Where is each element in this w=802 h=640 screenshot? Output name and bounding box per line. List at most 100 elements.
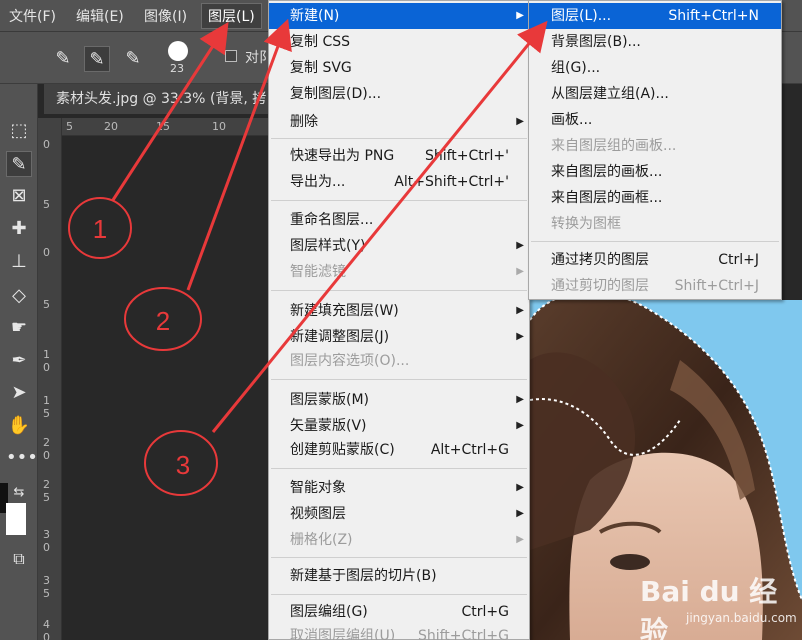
menu-item-label: 图层蒙版(M) (290, 392, 370, 408)
menu-item-quick-export-png[interactable]: 快速导出为 PNG Shift+Ctrl+' (269, 143, 529, 169)
menu-edit[interactable]: 编辑(E) (76, 6, 124, 26)
menu-item-label: 画板... (551, 112, 593, 128)
menu-item-new-fill-layer[interactable]: 新建填充图层(W) ▶ (269, 298, 529, 324)
submenu-item-new-layer[interactable]: 图层(L)... Shift+Ctrl+N (529, 3, 781, 29)
menu-item-create-clipping-mask[interactable]: 创建剪贴蒙版(C) Alt+Ctrl+G (269, 437, 529, 463)
submenu-item-convert-to-frame: 转换为图框 (529, 211, 781, 237)
ruler-v-label: 5 (43, 298, 50, 311)
menu-item-delete[interactable]: 删除 ▶ (269, 109, 529, 135)
ruler-v-label: 5 (43, 198, 50, 211)
menu-image[interactable]: 图像(I) (144, 6, 187, 26)
menu-item-shortcut: Shift+Ctrl+G (417, 628, 509, 640)
submenu-arrow-icon: ▶ (516, 331, 524, 342)
marquee-tool-icon[interactable]: ⬚ (6, 118, 32, 144)
menu-item-label: 删除 (290, 114, 318, 130)
baidu-watermark-url: jingyan.baidu.com (686, 611, 797, 625)
ruler-h-label: 15 (156, 120, 170, 133)
quick-selection-tool-icon[interactable]: ✎ (6, 151, 32, 177)
menu-item-new-adjustment-layer[interactable]: 新建调整图层(J) ▶ (269, 324, 529, 350)
submenu-item-frame-from-layers[interactable]: 来自图层的画框... (529, 185, 781, 211)
hand-tool-icon[interactable]: ✋ (6, 413, 32, 439)
menu-item-video-layer[interactable]: 视频图层 ▶ (269, 501, 529, 527)
more-tools-icon[interactable]: ••• (6, 445, 38, 471)
menu-item-label: 图层内容选项(O)... (290, 353, 410, 369)
menu-item-group-layers[interactable]: 图层编组(G) Ctrl+G (269, 599, 529, 625)
brush-size-value: 23 (170, 62, 184, 75)
menu-item-copy-svg[interactable]: 复制 SVG (269, 55, 529, 81)
menu-item-label: 新建(N) (290, 8, 340, 24)
menu-item-label: 背景图层(B)... (551, 34, 641, 50)
menu-item-label: 转换为图框 (551, 216, 621, 232)
frame-tool-icon[interactable]: ⊠ (6, 183, 32, 209)
ruler-v-label: 1 0 (43, 348, 50, 374)
sample-all-layers-checkbox[interactable] (225, 50, 237, 62)
menu-item-label: 复制图层(D)... (290, 86, 382, 102)
submenu-item-background-layer[interactable]: 背景图层(B)... (529, 29, 781, 55)
toolbox: ⬚ ✎ ⊠ ✚ ⊥ ◇ ☛ ✒ ➤ ✋ ••• ⇆ ⧉ (0, 84, 38, 640)
menu-item-smart-object[interactable]: 智能对象 ▶ (269, 475, 529, 501)
menu-item-label: 复制 SVG (290, 60, 352, 76)
submenu-item-artboard-from-group: 来自图层组的画板... (529, 133, 781, 159)
quick-selection-add-icon[interactable]: ✎ (84, 46, 110, 72)
submenu-arrow-icon: ▶ (516, 266, 524, 277)
eraser-tool-icon[interactable]: ◇ (6, 283, 32, 309)
menu-item-label: 组(G)... (551, 60, 601, 76)
submenu-arrow-icon: ▶ (516, 534, 524, 545)
smudge-tool-icon[interactable]: ☛ (6, 315, 32, 341)
menu-item-smart-filter: 智能滤镜 ▶ (269, 259, 529, 285)
menu-item-label: 来自图层的画框... (551, 190, 663, 206)
menu-item-shortcut: Alt+Ctrl+G (430, 442, 509, 458)
submenu-arrow-icon: ▶ (516, 508, 524, 519)
document-canvas[interactable] (62, 136, 270, 640)
stamp-tool-icon[interactable]: ⊥ (6, 249, 32, 275)
menu-separator (271, 557, 527, 558)
menu-item-label: 智能滤镜 (290, 264, 346, 280)
document-tab[interactable]: 素材头发.jpg @ 33.3% (背景, 拷 (44, 84, 270, 114)
menu-item-layer-style[interactable]: 图层样式(Y) ▶ (269, 233, 529, 259)
submenu-arrow-icon: ▶ (516, 10, 524, 21)
submenu-item-group[interactable]: 组(G)... (529, 55, 781, 81)
ruler-v-label: 2 5 (43, 478, 50, 504)
healing-brush-tool-icon[interactable]: ✚ (6, 216, 32, 242)
submenu-item-group-from-layers[interactable]: 从图层建立组(A)... (529, 81, 781, 107)
menu-item-vector-mask[interactable]: 矢量蒙版(V) ▶ (269, 413, 529, 439)
menu-item-layer-mask[interactable]: 图层蒙版(M) ▶ (269, 387, 529, 413)
menu-item-new[interactable]: 新建(N) ▶ (269, 3, 529, 29)
menu-item-layer-content-options: 图层内容选项(O)... (269, 348, 529, 374)
menu-item-label: 通过拷贝的图层 (551, 252, 649, 268)
menu-item-shortcut: Shift+Ctrl+J (674, 278, 759, 294)
menu-item-duplicate-layer[interactable]: 复制图层(D)... (269, 81, 529, 107)
menu-item-label: 取消图层编组(U) (290, 628, 396, 640)
pen-tool-icon[interactable]: ✒ (6, 348, 32, 374)
baidu-watermark: Bai du 经验 (640, 575, 778, 640)
brush-preview-icon[interactable] (168, 41, 188, 61)
menu-item-shortcut: Alt+Shift+Ctrl+' (394, 174, 509, 190)
submenu-arrow-icon: ▶ (516, 394, 524, 405)
screen-mode-icon[interactable]: ⧉ (6, 546, 32, 572)
submenu-item-artboard[interactable]: 画板... (529, 107, 781, 133)
menu-item-new-layer-based-slice[interactable]: 新建基于图层的切片(B) (269, 563, 529, 589)
background-color-swatch[interactable] (6, 503, 26, 535)
menu-layer[interactable]: 图层(L) (201, 3, 262, 29)
ruler-h-label: 5 (66, 120, 73, 133)
submenu-arrow-icon: ▶ (516, 305, 524, 316)
submenu-arrow-icon: ▶ (516, 116, 524, 127)
ruler-v-label: 0 (43, 138, 50, 151)
submenu-item-artboard-from-layers[interactable]: 来自图层的画板... (529, 159, 781, 185)
quick-selection-new-icon[interactable]: ✎ (50, 46, 76, 72)
quick-selection-subtract-icon[interactable]: ✎ (120, 46, 146, 72)
menu-item-rename-layer[interactable]: 重命名图层... (269, 207, 529, 233)
menu-item-shortcut: Shift+Ctrl+' (424, 148, 509, 164)
menu-file[interactable]: 文件(F) (9, 6, 56, 26)
selection-tool-icon[interactable]: ➤ (6, 380, 32, 406)
menu-item-label: 图层样式(Y) (290, 238, 366, 254)
ruler-v-label: 3 5 (43, 574, 50, 600)
menu-item-export-as[interactable]: 导出为... Alt+Shift+Ctrl+' (269, 169, 529, 195)
menu-item-ungroup-layers: 取消图层编组(U) Shift+Ctrl+G (269, 623, 529, 640)
submenu-item-layer-via-copy[interactable]: 通过拷贝的图层 Ctrl+J (529, 247, 781, 273)
menu-separator (271, 594, 527, 595)
menu-item-label: 重命名图层... (290, 212, 374, 228)
menu-item-copy-css[interactable]: 复制 CSS (269, 29, 529, 55)
horizontal-ruler: 5 20 15 10 (62, 118, 270, 136)
menu-item-label: 新建基于图层的切片(B) (290, 568, 437, 584)
